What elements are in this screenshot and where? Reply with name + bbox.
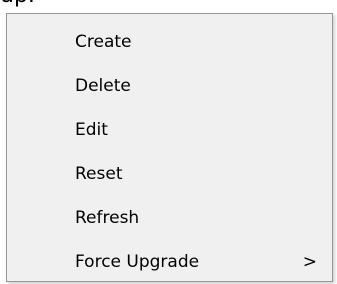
menu-item-label: Delete [75,76,131,96]
menu-item-delete[interactable]: Delete [8,64,331,108]
menu-item-label: Create [75,32,132,52]
menu-item-reset[interactable]: Reset [8,152,331,196]
menu-item-force-upgrade[interactable]: Force Upgrade > [8,240,331,284]
screenshot-stage: up. Create Delete Edit Reset Refresh For… [0,0,337,284]
menu-item-label: Edit [75,120,108,140]
menu-item-edit[interactable]: Edit [8,108,331,152]
menu-item-label: Force Upgrade [75,252,200,272]
menu-item-refresh[interactable]: Refresh [8,196,331,240]
chevron-right-icon: > [302,252,317,272]
cut-off-text: up. [0,0,35,8]
menu-item-label: Refresh [75,208,140,228]
menu-item-label: Reset [75,164,123,184]
context-menu: Create Delete Edit Reset Refresh Force U… [6,13,333,282]
menu-item-create[interactable]: Create [8,20,331,64]
